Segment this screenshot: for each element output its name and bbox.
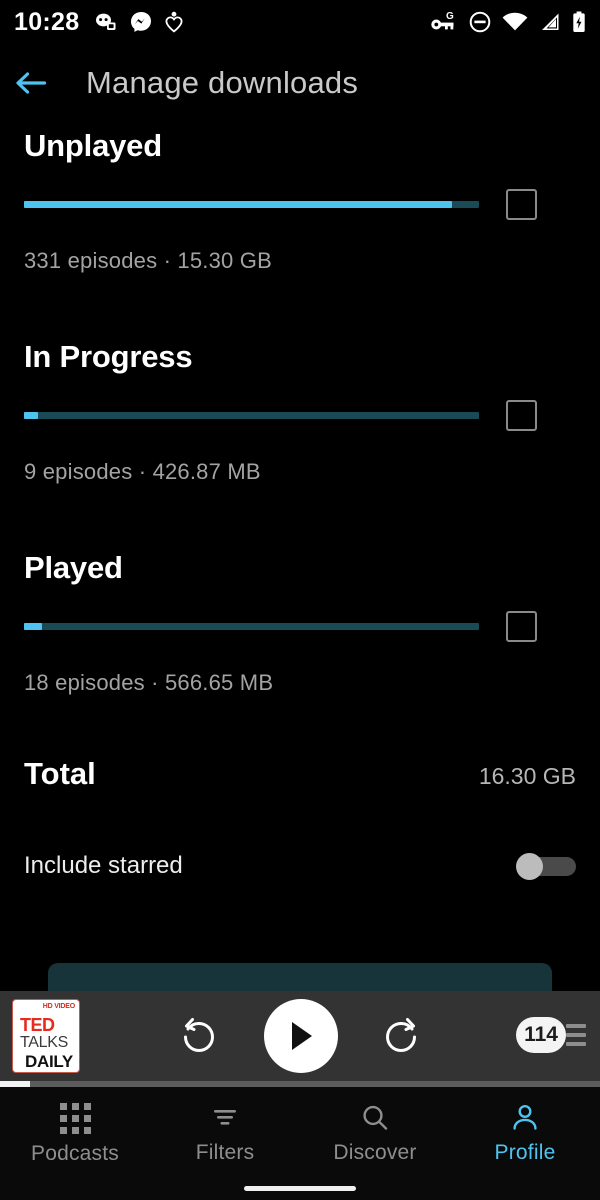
download-section-in-progress: In Progress 9 episodes · 426.87 MB: [0, 339, 600, 485]
include-starred-toggle[interactable]: [516, 853, 576, 880]
filter-icon: [214, 1110, 236, 1125]
include-starred-label: Include starred: [24, 852, 183, 879]
storage-bar-fill: [24, 623, 43, 630]
nav-item-filters[interactable]: Filters: [150, 1103, 300, 1165]
search-icon: [363, 1105, 388, 1130]
do-not-disturb-icon: [469, 11, 491, 33]
skip-forward-icon: [386, 1018, 416, 1052]
select-checkbox-in-progress[interactable]: [506, 400, 537, 431]
storage-bar-fill: [24, 412, 38, 419]
nav-item-profile[interactable]: Profile: [450, 1103, 600, 1165]
status-bar: 10:28 G: [0, 0, 600, 44]
download-section-unplayed: Unplayed 331 episodes · 15.30 GB: [0, 128, 600, 274]
storage-bar-track: [24, 412, 479, 419]
select-checkbox-played[interactable]: [506, 611, 537, 642]
battery-charging-icon: [573, 11, 585, 32]
svg-text:G: G: [446, 11, 454, 22]
play-icon: [292, 1022, 312, 1050]
podcast-artwork[interactable]: HD VIDEO TED TALKS DAILY: [12, 999, 80, 1073]
section-subtitle: 331 episodes · 15.30 GB: [24, 248, 272, 273]
grid-icon: [59, 1103, 91, 1134]
section-subtitle: 18 episodes · 566.65 MB: [24, 670, 274, 695]
game-controller-icon: [96, 13, 116, 30]
total-row: Total 16.30 GB: [0, 756, 600, 792]
storage-bar-track-inner: [24, 623, 479, 630]
nav-label: Filters: [195, 1141, 255, 1164]
status-notification-icons: [95, 11, 183, 33]
status-clock: 10:28: [14, 7, 80, 36]
section-bar-row: [24, 611, 576, 642]
total-label: Total: [24, 756, 96, 791]
status-system-icons: G: [430, 11, 586, 33]
wifi-icon: [502, 12, 528, 31]
section-bar-row: [24, 189, 576, 220]
storage-bar-track: [24, 201, 479, 208]
app-bar: Manage downloads: [0, 52, 600, 114]
nav-item-discover[interactable]: Discover: [300, 1103, 450, 1165]
cellular-signal-icon: [542, 13, 559, 30]
section-title: Played: [24, 550, 123, 585]
toggle-thumb: [516, 853, 543, 880]
nav-label: Profile: [494, 1141, 556, 1164]
vpn-key-g-icon: G: [431, 11, 454, 30]
artwork-line-3: DAILY: [25, 1052, 73, 1071]
queue-list-icon: [566, 1024, 586, 1046]
total-value: 16.30 GB: [478, 763, 576, 789]
section-subtitle: 9 episodes · 426.87 MB: [24, 459, 261, 484]
queue-count-badge: 114: [516, 1017, 566, 1053]
skip-back-icon: [184, 1018, 214, 1052]
messenger-icon: [131, 12, 152, 32]
downloads-sections: Unplayed 331 episodes · 15.30 GB In Prog…: [0, 128, 600, 880]
artwork-hd-badge: HD VIDEO: [42, 1003, 75, 1010]
include-starred-row[interactable]: Include starred: [0, 852, 600, 880]
artwork-line-2: TALKS: [20, 1034, 69, 1051]
nav-label: Podcasts: [31, 1142, 119, 1165]
skip-forward-button[interactable]: [377, 1013, 425, 1066]
download-section-played: Played 18 episodes · 566.65 MB: [0, 550, 600, 696]
storage-bar: [24, 412, 479, 419]
storage-bar-fill: [24, 201, 452, 208]
storage-bar: [24, 201, 479, 208]
nav-label: Discover: [333, 1141, 417, 1164]
storage-bar: [24, 623, 479, 630]
person-icon: [513, 1104, 537, 1130]
queue-button[interactable]: 114: [516, 1017, 586, 1053]
gesture-home-bar[interactable]: [244, 1186, 356, 1191]
artwork-line-1: TED: [20, 1015, 55, 1035]
play-button[interactable]: [264, 999, 338, 1073]
storage-bar-track-inner: [24, 412, 479, 419]
bottom-navigation: Podcasts Filters Discover Profile: [0, 1087, 600, 1200]
skip-back-button[interactable]: [175, 1013, 223, 1066]
arrow-left-icon: [16, 72, 47, 94]
section-title: In Progress: [24, 339, 193, 374]
storage-bar-track: [24, 623, 479, 630]
select-checkbox-unplayed[interactable]: [506, 189, 537, 220]
heart-pin-icon: [165, 11, 183, 33]
nav-item-podcasts[interactable]: Podcasts: [0, 1103, 150, 1166]
back-button[interactable]: [0, 68, 62, 98]
section-bar-row: [24, 400, 576, 431]
page-title: Manage downloads: [86, 65, 359, 100]
section-title: Unplayed: [24, 128, 162, 163]
